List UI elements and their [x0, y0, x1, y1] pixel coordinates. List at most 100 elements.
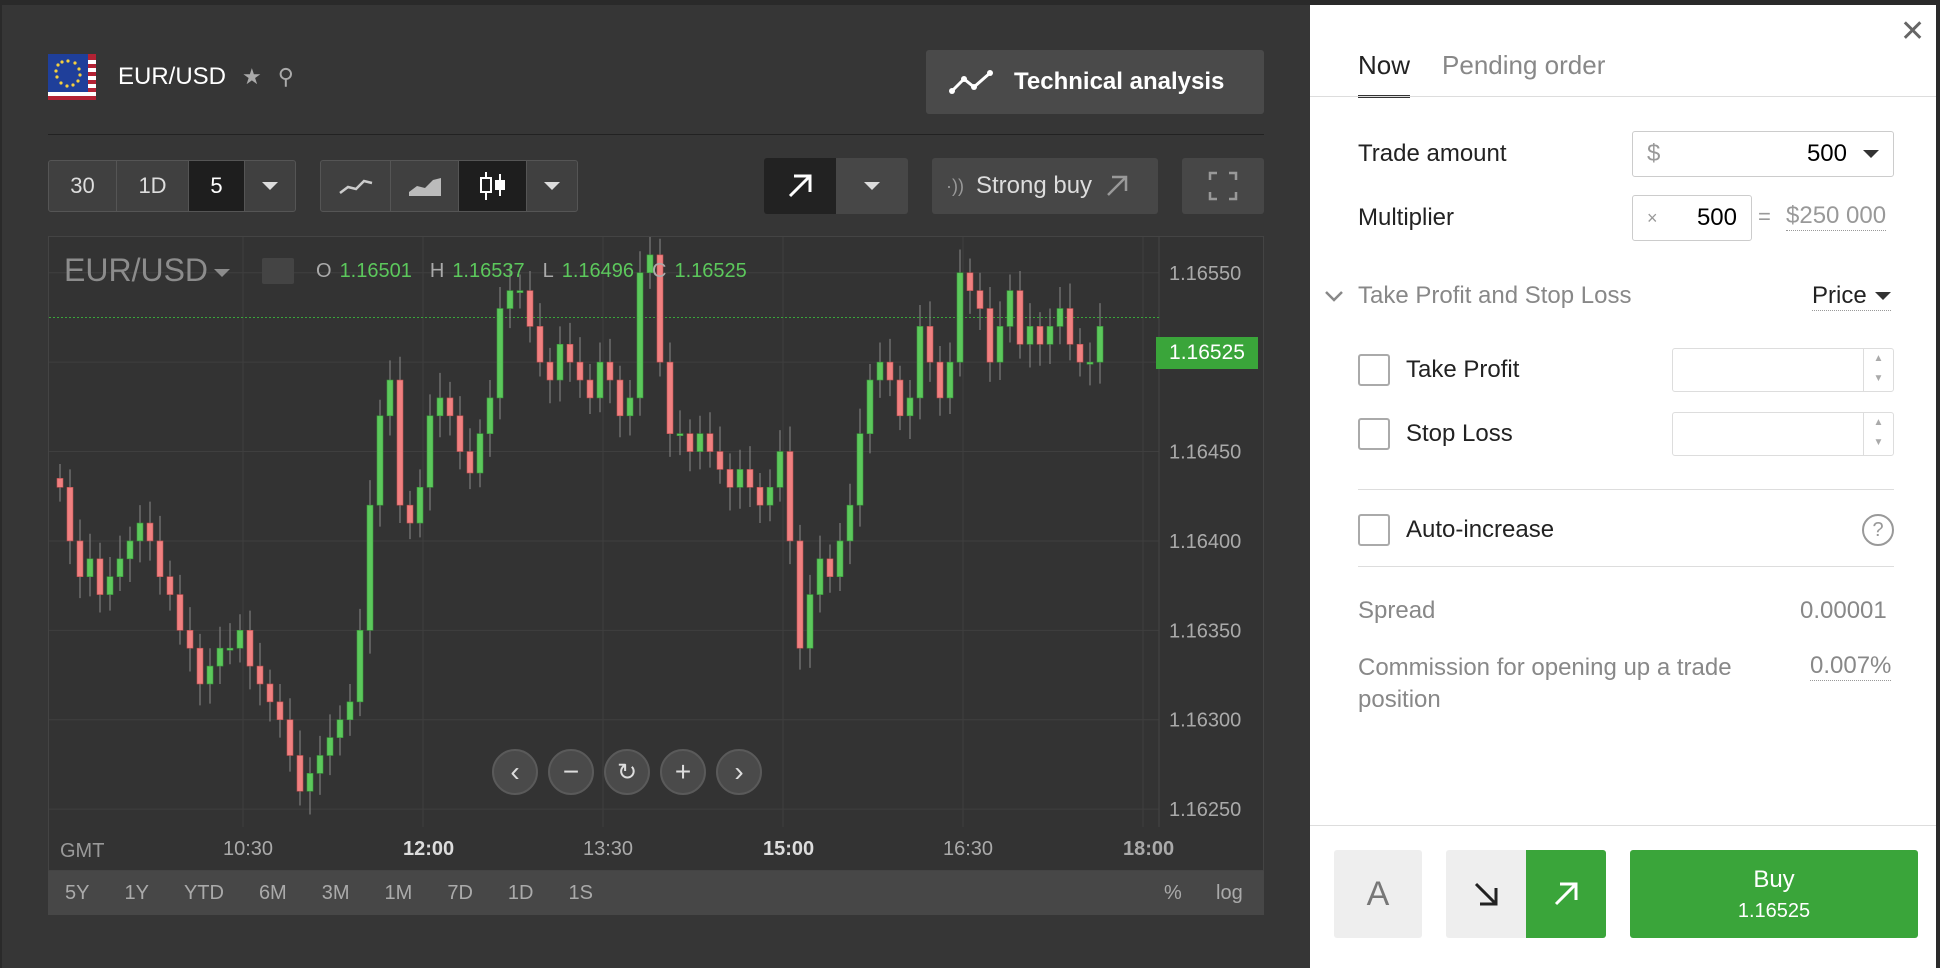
search-icon[interactable]: ⚲ [278, 64, 294, 90]
percent-scale-toggle[interactable]: % [1164, 882, 1182, 905]
candle-body [376, 415, 384, 506]
timeframe-5[interactable]: 5 [189, 161, 245, 211]
candle-body [996, 326, 1004, 363]
scroll-left-button[interactable]: ‹ [492, 749, 538, 795]
eye-icon[interactable] [262, 258, 294, 284]
candle-body [916, 326, 924, 399]
zoom-out-button[interactable]: − [548, 749, 594, 795]
x-tick-label: 10:30 [223, 838, 273, 860]
line-chart-button[interactable] [321, 161, 391, 211]
candle-body [286, 719, 294, 756]
up-arrow-button[interactable] [764, 158, 836, 214]
candle-body [906, 397, 914, 417]
technical-analysis-label: Technical analysis [1014, 68, 1225, 95]
chart-symbol: EUR/USD [64, 252, 209, 288]
candle-body [196, 647, 204, 685]
candle-body [356, 630, 364, 703]
timezone-label: GMT [60, 840, 105, 862]
high-value: 1.16537 [452, 260, 525, 282]
multiplier-field[interactable]: × 500 [1632, 195, 1752, 241]
tab-pending-order[interactable]: Pending order [1442, 50, 1605, 98]
take-profit-input[interactable]: ▲ ▼ [1672, 348, 1894, 392]
instrument-header: EUR/USD ★ ⚲ [48, 52, 294, 102]
auto-trade-button[interactable]: A [1334, 850, 1422, 938]
order-tabs: Now Pending order [1358, 50, 1605, 98]
reset-zoom-button[interactable]: ↻ [604, 749, 650, 795]
buy-button[interactable]: Buy 1.16525 [1630, 850, 1918, 938]
direction-selector [764, 158, 908, 214]
candle-body [126, 540, 134, 560]
candle-body [436, 397, 444, 417]
signal-button[interactable]: ·)) Strong buy [932, 158, 1158, 214]
stop-loss-input[interactable]: ▲ ▼ [1672, 412, 1894, 456]
range-7d[interactable]: 7D [447, 882, 473, 905]
candle-body [1016, 290, 1024, 345]
chart-type-dropdown[interactable] [527, 161, 577, 211]
candlestick-chart: 10:30 12:00 13:30 15:00 16:30 18:00 1.16550 1.1… [49, 229, 1241, 860]
candle-body [856, 433, 864, 506]
candle-body [526, 290, 534, 327]
candle-body [326, 737, 334, 756]
candle-body [716, 451, 724, 470]
candle-body [206, 665, 214, 685]
tpsl-section-toggle[interactable]: Take Profit and Stop Loss [1324, 282, 1632, 310]
candle-body [946, 361, 954, 399]
help-icon[interactable]: ? [1862, 514, 1894, 546]
candle-body [746, 469, 754, 488]
low-label: L [542, 260, 554, 282]
range-6m[interactable]: 6M [259, 882, 287, 905]
auto-label: A [1366, 874, 1390, 913]
stop-loss-label: Stop Loss [1406, 420, 1513, 447]
plus-icon: + [674, 756, 692, 787]
line-chart-icon [338, 179, 372, 194]
range-3m[interactable]: 3M [322, 882, 350, 905]
auto-increase-checkbox[interactable] [1358, 514, 1390, 546]
close-icon[interactable]: ✕ [1900, 14, 1925, 49]
chevron-down-icon [1863, 150, 1879, 158]
star-icon[interactable]: ★ [242, 64, 262, 90]
scroll-right-button[interactable]: › [716, 749, 762, 795]
candle-body [426, 415, 434, 488]
candle-body [336, 719, 344, 738]
y-tick-label: 1.16450 [1169, 442, 1241, 464]
candle-body [176, 594, 184, 631]
range-1d[interactable]: 1D [508, 882, 534, 905]
range-ytd[interactable]: YTD [184, 882, 224, 905]
area-chart-button[interactable] [391, 161, 459, 211]
timeframe-30[interactable]: 30 [49, 161, 117, 211]
candle-body [896, 379, 904, 417]
candle-body [296, 755, 304, 792]
tab-now[interactable]: Now [1358, 50, 1411, 98]
sell-direction-button[interactable] [1446, 850, 1526, 938]
stepper-arrows-icon[interactable]: ▲ ▼ [1863, 349, 1893, 391]
zoom-in-button[interactable]: + [660, 749, 706, 795]
stepper-arrows-icon[interactable]: ▲ ▼ [1863, 413, 1893, 455]
tpsl-mode-dropdown[interactable]: Price [1812, 282, 1891, 311]
timeframe-1d[interactable]: 1D [117, 161, 189, 211]
candlestick-button[interactable] [459, 161, 527, 211]
timeframe-dropdown[interactable] [245, 161, 295, 211]
range-5y[interactable]: 5Y [65, 882, 89, 905]
total-exposure: $250 000 [1786, 202, 1887, 231]
range-1s[interactable]: 1S [568, 882, 592, 905]
price-chart[interactable]: 10:30 12:00 13:30 15:00 16:30 18:00 1.16550 1.1… [48, 229, 1264, 871]
fullscreen-button[interactable] [1182, 158, 1264, 214]
range-1y[interactable]: 1Y [124, 882, 148, 905]
trend-line-icon [949, 70, 993, 94]
candle-body [846, 504, 854, 542]
candle-body [476, 433, 484, 474]
chart-symbol-dropdown[interactable]: EUR/USD [64, 252, 231, 289]
trade-amount-field[interactable]: $ 500 [1632, 131, 1894, 177]
buy-direction-button[interactable] [1526, 850, 1606, 938]
take-profit-checkbox[interactable] [1358, 354, 1390, 386]
direction-dropdown[interactable] [836, 158, 908, 214]
trade-amount-value: 500 [1806, 140, 1847, 167]
candle-body [96, 558, 104, 595]
candle-body [536, 326, 544, 363]
candle-body [116, 558, 124, 577]
range-1m[interactable]: 1M [385, 882, 413, 905]
candle-body [396, 379, 404, 506]
technical-analysis-button[interactable]: Technical analysis [926, 50, 1264, 114]
log-scale-toggle[interactable]: log [1216, 882, 1243, 905]
stop-loss-checkbox[interactable] [1358, 418, 1390, 450]
